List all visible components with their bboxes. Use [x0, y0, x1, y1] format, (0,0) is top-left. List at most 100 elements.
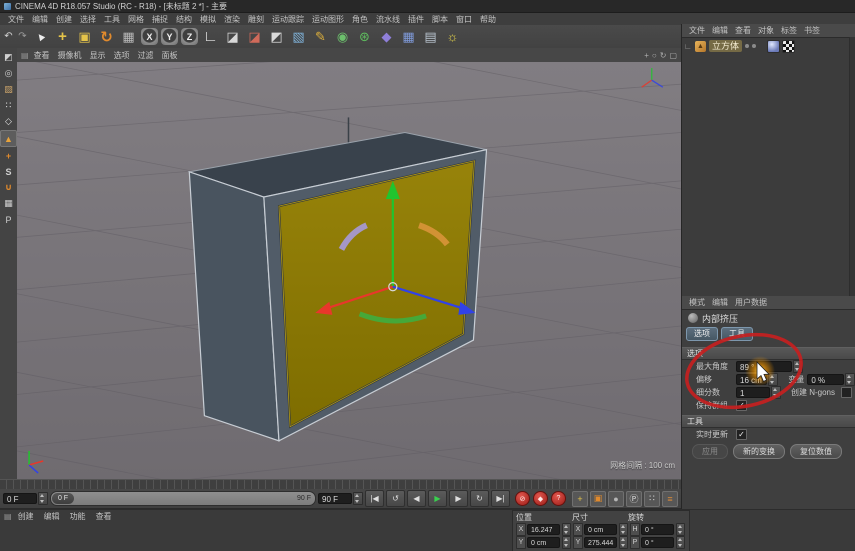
- viewport-menu-item[interactable]: 面板: [159, 50, 181, 61]
- rot-p-stepper[interactable]: [676, 536, 685, 549]
- uvw-tag-icon[interactable]: [782, 40, 795, 53]
- current-frame-stepper[interactable]: [38, 492, 48, 505]
- menu-item[interactable]: 雕刻: [244, 14, 268, 25]
- menu-item[interactable]: 网格: [124, 14, 148, 25]
- key-parameter-icon[interactable]: Ⓟ: [626, 491, 642, 507]
- viewport-menu-item[interactable]: 选项: [111, 50, 133, 61]
- material-menu-item[interactable]: 创建: [14, 511, 38, 522]
- coordinate-system-icon[interactable]: ∟: [200, 26, 221, 47]
- enable-dot-top[interactable]: [745, 44, 749, 48]
- loop-icon[interactable]: ↻: [470, 490, 489, 507]
- lock-z-axis-icon[interactable]: Z: [181, 28, 198, 45]
- pos-x-field[interactable]: 16.247 cm: [527, 524, 560, 535]
- enable-snap-icon[interactable]: ∪: [1, 180, 16, 195]
- polygons-mode-icon[interactable]: ▲: [0, 130, 17, 147]
- menu-item[interactable]: 模拟: [196, 14, 220, 25]
- rotate-tool-icon[interactable]: ↻: [96, 26, 117, 47]
- menu-item[interactable]: 选择: [76, 14, 100, 25]
- viewport-menu-item[interactable]: 摄像机: [55, 50, 85, 61]
- object-manager-menu-item[interactable]: 书签: [801, 25, 823, 36]
- key-scale-icon[interactable]: ▣: [590, 491, 606, 507]
- menu-item[interactable]: 流水线: [372, 14, 404, 25]
- camera-icon[interactable]: ▤: [420, 26, 441, 47]
- size-x-field[interactable]: 0 cm: [584, 524, 617, 535]
- viewport-grid-icon[interactable]: ▤: [21, 51, 29, 60]
- material-menu-item[interactable]: 编辑: [40, 511, 64, 522]
- lock-workplane-icon[interactable]: P: [1, 212, 16, 227]
- end-frame-stepper[interactable]: [353, 492, 363, 505]
- menu-item[interactable]: 运动跟踪: [268, 14, 308, 25]
- modeling-objects-icon[interactable]: ⊛: [354, 26, 375, 47]
- realtime-checkbox[interactable]: ✓: [736, 429, 747, 440]
- timeline-thumb[interactable]: 0 F: [52, 493, 74, 504]
- ngons-checkbox[interactable]: [841, 387, 852, 398]
- size-y-stepper[interactable]: [619, 536, 628, 549]
- size-x-stepper[interactable]: [619, 523, 628, 536]
- scale-tool-icon[interactable]: ▣: [74, 26, 95, 47]
- deformer-icon[interactable]: ◆: [376, 26, 397, 47]
- key-pla-icon[interactable]: ∷: [644, 491, 660, 507]
- cube-primitive-icon[interactable]: ▧: [288, 26, 309, 47]
- points-mode-icon[interactable]: ∷: [1, 98, 16, 113]
- edges-mode-icon[interactable]: ◇: [1, 114, 16, 129]
- environment-icon[interactable]: ▦: [398, 26, 419, 47]
- object-manager-menu-item[interactable]: 对象: [755, 25, 777, 36]
- light-icon[interactable]: ☼: [442, 26, 463, 47]
- menu-item[interactable]: 文件: [4, 14, 28, 25]
- subdivision-field[interactable]: 1: [736, 387, 770, 398]
- menu-item[interactable]: 运动图形: [308, 14, 348, 25]
- apply-button[interactable]: 应用: [692, 444, 728, 459]
- object-manager-menu-item[interactable]: 编辑: [709, 25, 731, 36]
- pos-y-stepper[interactable]: [562, 536, 571, 549]
- viewport-menu-item[interactable]: 过滤: [135, 50, 157, 61]
- material-palette-icon[interactable]: ▤: [4, 512, 12, 521]
- menu-item[interactable]: 结构: [172, 14, 196, 25]
- render-settings-icon[interactable]: ◩: [266, 26, 287, 47]
- play-mode-icon[interactable]: ↺: [386, 490, 405, 507]
- viewport-canvas[interactable]: 网格间隔 : 100 cm: [17, 62, 681, 479]
- goto-end-icon[interactable]: ▶|: [491, 490, 510, 507]
- variance-stepper[interactable]: [845, 373, 855, 386]
- expand-icon[interactable]: ∟: [684, 42, 692, 51]
- pen-spline-icon[interactable]: ✎: [310, 26, 331, 47]
- material-menu-item[interactable]: 功能: [66, 511, 90, 522]
- record-keyframe-icon[interactable]: ⊘: [515, 491, 530, 506]
- rot-h-field[interactable]: 0 °: [641, 524, 674, 535]
- enable-axis-icon[interactable]: +: [1, 148, 16, 163]
- menu-item[interactable]: 工具: [100, 14, 124, 25]
- rot-h-stepper[interactable]: [676, 523, 685, 536]
- goto-start-icon[interactable]: |◀: [365, 490, 384, 507]
- max-angle-field[interactable]: 89 °: [736, 361, 792, 372]
- menu-item[interactable]: 脚本: [428, 14, 452, 25]
- pos-y-field[interactable]: 0 cm: [527, 537, 560, 548]
- attribute-manager-menu-item[interactable]: 用户数据: [732, 297, 770, 308]
- offset-field[interactable]: 16 cm: [736, 374, 767, 385]
- new-transform-button[interactable]: 新的变换: [733, 444, 785, 459]
- current-frame-field[interactable]: 0 F: [3, 493, 37, 504]
- object-manager-menu-item[interactable]: 查看: [732, 25, 754, 36]
- toggle-view-icon[interactable]: ▢: [669, 51, 677, 60]
- menu-item[interactable]: 渲染: [220, 14, 244, 25]
- end-frame-field[interactable]: 90 F: [318, 493, 352, 504]
- camera-zoom-icon[interactable]: ○: [652, 51, 657, 60]
- key-position-icon[interactable]: +: [572, 491, 588, 507]
- attribute-manager-menu-item[interactable]: 编辑: [709, 297, 731, 308]
- play-icon[interactable]: ▶: [428, 490, 447, 507]
- undo-icon[interactable]: ↶: [2, 26, 15, 47]
- key-rotation-icon[interactable]: ●: [608, 491, 624, 507]
- make-editable-icon[interactable]: ◩: [1, 50, 16, 65]
- object-row-cube[interactable]: ∟ ▲ 立方体: [682, 38, 855, 53]
- object-manager-menu-item[interactable]: 标签: [778, 25, 800, 36]
- object-manager-menu-item[interactable]: 文件: [686, 25, 708, 36]
- rot-p-field[interactable]: 0 °: [641, 537, 674, 548]
- menu-item[interactable]: 捕捉: [148, 14, 172, 25]
- move-tool-icon[interactable]: +: [52, 26, 73, 47]
- preserve-groups-checkbox[interactable]: ✓: [736, 400, 747, 411]
- tab-tool[interactable]: 工具: [721, 327, 753, 341]
- model-mode-icon[interactable]: ◎: [1, 66, 16, 81]
- viewport-menu-item[interactable]: 查看: [31, 50, 53, 61]
- menu-item[interactable]: 角色: [348, 14, 372, 25]
- subdivision-stepper[interactable]: [771, 386, 781, 399]
- last-tool-icon[interactable]: ▦: [118, 26, 139, 47]
- lock-y-axis-icon[interactable]: Y: [161, 28, 178, 45]
